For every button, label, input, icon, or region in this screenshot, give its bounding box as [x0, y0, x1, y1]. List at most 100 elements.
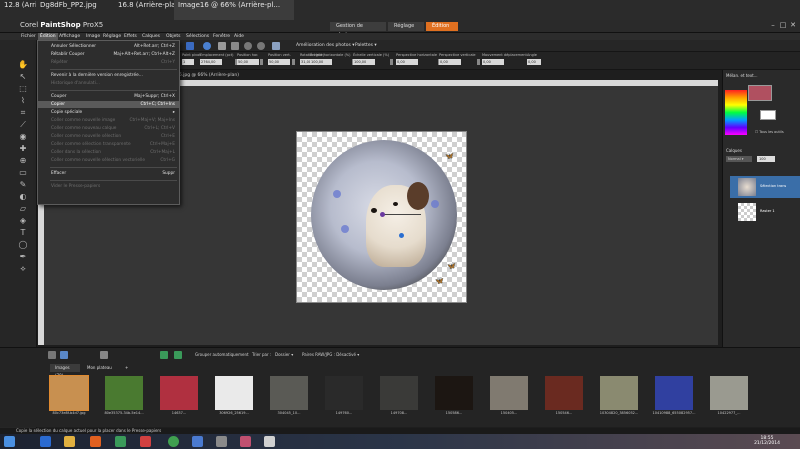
selection-tool-icon[interactable]: ⬚ [18, 84, 28, 94]
doc-tab-3[interactable]: 16.8 (Arrière-plan) [114, 0, 174, 20]
tag-icon[interactable] [160, 351, 168, 359]
menu-reglage[interactable]: Réglage [103, 33, 121, 40]
menu-item[interactable]: Copier Ctrl+C; Ctrl+Ins [38, 101, 179, 108]
dodge-tool-icon[interactable]: ◐ [18, 192, 28, 202]
add-tab-icon[interactable]: + [120, 364, 130, 372]
taskbar-app-icon[interactable] [216, 436, 227, 447]
view-icon[interactable] [48, 351, 56, 359]
palettes-dropdown[interactable]: Palettes ▾ [355, 43, 377, 48]
photo-enhance-dropdown[interactable]: Amélioration des photos ▾ [296, 43, 355, 48]
start-icon[interactable] [4, 436, 15, 447]
taskbar-media-icon[interactable] [90, 436, 101, 447]
makeover-tool-icon[interactable]: ✚ [18, 144, 28, 154]
zoom-in-icon[interactable] [244, 42, 252, 50]
pen-tool-icon[interactable]: ✒ [18, 252, 28, 262]
taskbar-ie-icon[interactable] [40, 436, 51, 447]
color-picker-gradient[interactable] [725, 90, 747, 135]
clone-tool-icon[interactable]: ⊕ [18, 156, 28, 166]
option-value[interactable]: 0,00 [396, 59, 418, 65]
opacity-field[interactable]: 100 [757, 156, 775, 162]
doc-tab-4[interactable]: Image16 @ 66% (Arrière-pl... [174, 0, 294, 20]
scratch-remover-icon[interactable]: ▭ [18, 168, 28, 178]
spinner-icon[interactable] [260, 59, 263, 65]
mode-tab-adjust[interactable]: Réglage [388, 22, 424, 31]
thumbnail[interactable]: 150405... [484, 376, 534, 416]
taskbar-paintshop-icon[interactable] [240, 436, 251, 447]
fill-tool-icon[interactable]: ◈ [18, 216, 28, 226]
menu-fenetre[interactable]: Fenêtre [213, 33, 230, 40]
menu-image[interactable]: Image [86, 33, 100, 40]
thumbnail[interactable]: 10304820_3856052... [594, 376, 644, 416]
pan-tool-icon[interactable]: ✋ [18, 60, 28, 70]
spinner-icon[interactable] [390, 59, 394, 65]
group-auto[interactable]: Grouper automatiquement [195, 352, 249, 357]
mode-tab-edit[interactable]: Édition [426, 22, 458, 31]
menu-affichage[interactable]: Affichage [59, 33, 80, 40]
taskbar-chrome-icon[interactable] [168, 436, 179, 447]
zoom-out-icon[interactable] [257, 42, 265, 50]
menu-edition[interactable]: Édition [38, 33, 58, 40]
taskbar-explorer-icon[interactable] [64, 436, 75, 447]
taskbar-app-icon[interactable] [140, 436, 151, 447]
menu-objets[interactable]: Objets [166, 33, 181, 40]
info-icon[interactable] [203, 42, 211, 50]
thumbnail[interactable]: 306926_25619... [209, 376, 259, 416]
actual-size-icon[interactable] [272, 42, 280, 50]
minimize-icon[interactable]: – [768, 21, 778, 29]
warp-brush-icon[interactable]: ⟡ [18, 264, 28, 274]
menu-calques[interactable]: Calques [142, 33, 160, 40]
thumbnail[interactable]: 10422977_... [704, 376, 754, 416]
pivot-point-handle[interactable] [399, 233, 404, 238]
menu-item[interactable]: Rétablir Couper Maj+Alt+Ret.arr; Ctrl+Alt… [38, 51, 179, 58]
background-color-swatch[interactable] [760, 110, 776, 120]
thumbnail[interactable]: 10410988_655082957... [649, 376, 699, 416]
doc-tab-1[interactable]: 12.8 (Arrière-plan) [0, 0, 36, 20]
help-icon[interactable] [186, 42, 194, 50]
option-value[interactable]: 100,00 [310, 59, 332, 65]
menu-selections[interactable]: Sélections [186, 33, 209, 40]
thumbnail[interactable]: 14637... [154, 376, 204, 416]
option-value[interactable]: 50,00 [237, 59, 259, 65]
taskbar-app-icon[interactable] [115, 436, 126, 447]
taskbar-app-icon[interactable] [192, 436, 203, 447]
menu-item[interactable]: Copie spéciale ▸ [38, 109, 179, 116]
menu-fichier[interactable]: Fichier [21, 33, 36, 40]
thumbnail[interactable]: 80e35375-34b-5e14... [99, 376, 149, 416]
option-value[interactable]: 0,00 [527, 59, 541, 65]
all-tools-checkbox[interactable]: ☐ Tous les outils [755, 130, 784, 134]
menu-item[interactable]: Couper Maj+Suppr; Ctrl+X [38, 93, 179, 100]
option-value[interactable]: 100,00 [353, 59, 375, 65]
red-eye-tool-icon[interactable]: ◉ [18, 132, 28, 142]
menu-aide[interactable]: Aide [234, 33, 244, 40]
grid-icon[interactable] [218, 42, 226, 50]
thumbnail[interactable]: 149708... [374, 376, 424, 416]
menu-item[interactable]: Revenir à la dernière version enregistré… [38, 72, 179, 79]
document-title[interactable]: 16.jpg @ 66% (Arrière-plan) [176, 73, 239, 78]
thumbnail[interactable]: 150546... [539, 376, 589, 416]
option-value[interactable]: 0,00 [439, 59, 461, 65]
maximize-icon[interactable]: □ [778, 21, 788, 29]
option-value[interactable]: 1 [182, 59, 194, 65]
mode-tab-manage[interactable]: Gestion de photos [330, 22, 386, 38]
paint-brush-icon[interactable]: ✎ [18, 180, 28, 190]
close-icon[interactable]: ✕ [788, 21, 798, 29]
menu-item[interactable]: Annuler Sélectionner Alt+Ret.arr; Ctrl+Z [38, 43, 179, 50]
taskbar-clock[interactable]: 18:55 21/12/2014 [754, 436, 780, 446]
menu-effets[interactable]: Effets [124, 33, 137, 40]
tab-images[interactable]: Images (78) [50, 364, 80, 378]
layer-row[interactable]: Raster 1 [730, 201, 800, 223]
untag-icon[interactable] [174, 351, 182, 359]
taskbar-app-icon[interactable] [264, 436, 275, 447]
menu-item[interactable]: Effacer Suppr [38, 170, 179, 177]
eraser-tool-icon[interactable]: ▱ [18, 204, 28, 214]
doc-tab-2[interactable]: Dg8dFb_PP2.jpg [36, 0, 114, 20]
pick-tool-icon[interactable]: ↖ [18, 72, 28, 82]
thumbnail[interactable]: 150586... [429, 376, 479, 416]
layer-row-selected[interactable]: Sélection trans [730, 176, 800, 198]
thumbnail[interactable]: 149760... [319, 376, 369, 416]
crop-tool-icon[interactable]: ⌗ [18, 108, 28, 118]
share-icon[interactable] [100, 351, 108, 359]
blend-mode-select[interactable]: Normal ▾ [726, 156, 752, 162]
option-value[interactable]: 0,00 [482, 59, 504, 65]
thumbnail[interactable]: 80c73e8f-b4d7.jpg [44, 375, 94, 416]
